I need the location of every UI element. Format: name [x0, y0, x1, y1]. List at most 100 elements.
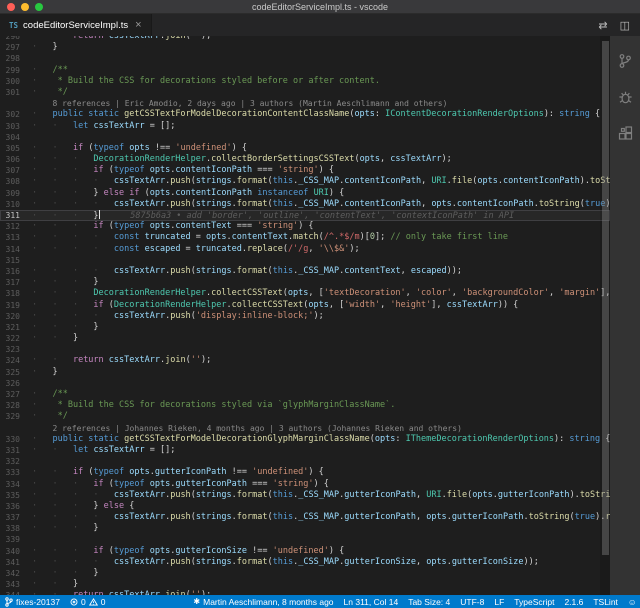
line-number[interactable]: 312 [0, 221, 32, 232]
line-number[interactable]: 329 [0, 411, 32, 422]
line-number[interactable]: 316 [0, 266, 32, 277]
close-tab-icon[interactable]: × [135, 20, 141, 30]
code-row[interactable]: 337· · · · cssTextArr.push(strings.forma… [0, 512, 610, 523]
line-number[interactable]: 297 [0, 42, 32, 53]
line-number[interactable]: 341 [0, 557, 32, 568]
line-number[interactable]: 300 [0, 76, 32, 87]
editor-scrollbar[interactable] [600, 36, 610, 595]
extensions-icon[interactable] [616, 124, 634, 142]
line-number[interactable]: 308 [0, 176, 32, 187]
code-row[interactable]: 335· · · · cssTextArr.push(strings.forma… [0, 490, 610, 501]
line-number[interactable]: 328 [0, 400, 32, 411]
line-number[interactable]: 343 [0, 579, 32, 590]
code-row[interactable]: 318· · · DecorationRenderHelper.collectC… [0, 288, 610, 299]
code-row[interactable]: 311· · · } 5875b6a3 • add 'border', 'out… [0, 210, 610, 221]
code-row[interactable]: 325· } [0, 367, 610, 378]
code-row[interactable]: 304 [0, 132, 610, 143]
code-row[interactable]: 329· */ [0, 411, 610, 422]
code-row[interactable]: 305· · if (typeof opts !== 'undefined') … [0, 143, 610, 154]
gitlens-blame-status[interactable]: ✱ Martin Aeschlimann, 8 months ago [188, 595, 338, 608]
code-row[interactable]: 319· · · if (DecorationRenderHelper.coll… [0, 300, 610, 311]
line-number[interactable]: 334 [0, 479, 32, 490]
code-row[interactable]: 331· · let cssTextArr = []; [0, 445, 610, 456]
code-row[interactable]: 298 [0, 53, 610, 64]
code-row[interactable]: 343· · } [0, 579, 610, 590]
line-number[interactable]: 302 [0, 109, 32, 120]
line-number[interactable]: 322 [0, 333, 32, 344]
status-cursor-position[interactable]: Ln 311, Col 14 [339, 595, 404, 608]
line-number[interactable]: 327 [0, 389, 32, 400]
line-number[interactable] [0, 98, 32, 109]
line-number[interactable] [0, 423, 32, 434]
code-row[interactable]: 327· /** [0, 389, 610, 400]
scrollbar-thumb[interactable] [602, 41, 609, 555]
code-row[interactable]: 338· · · } [0, 523, 610, 534]
code-editor[interactable]: 296· · return cssTextArr.join('');297· }… [0, 36, 610, 595]
line-number[interactable]: 331 [0, 445, 32, 456]
line-number[interactable]: 335 [0, 490, 32, 501]
code-row[interactable]: 316· · · · cssTextArr.push(strings.forma… [0, 266, 610, 277]
line-number[interactable]: 303 [0, 121, 32, 132]
line-number[interactable]: 337 [0, 512, 32, 523]
status-typescript-version[interactable]: 2.1.6 [559, 595, 588, 608]
code-row[interactable]: 336· · · } else { [0, 501, 610, 512]
line-number[interactable]: 320 [0, 311, 32, 322]
problems-status[interactable]: 0 0 [65, 595, 110, 608]
code-row[interactable]: 301· */ [0, 87, 610, 98]
line-number[interactable]: 318 [0, 288, 32, 299]
code-row[interactable]: 317· · · } [0, 277, 610, 288]
status-tab-size[interactable]: Tab Size: 4 [403, 595, 455, 608]
split-editor-icon[interactable]: ◫ [620, 19, 630, 32]
line-number[interactable]: 324 [0, 355, 32, 366]
line-number[interactable]: 305 [0, 143, 32, 154]
close-window-button[interactable] [7, 3, 15, 11]
code-row[interactable]: 303· · let cssTextArr = []; [0, 121, 610, 132]
codelens-row[interactable]: 2 references | Johannes Rieken, 4 months… [0, 423, 610, 434]
line-number[interactable]: 301 [0, 87, 32, 98]
line-number[interactable]: 321 [0, 322, 32, 333]
compare-changes-icon[interactable]: ⇄ [598, 19, 607, 32]
debug-icon[interactable] [616, 88, 634, 106]
code-row[interactable]: 315 [0, 255, 610, 266]
line-number[interactable]: 325 [0, 367, 32, 378]
code-row[interactable]: 307· · · if (typeof opts.contentIconPath… [0, 165, 610, 176]
status-tslint-status[interactable]: TSLint [588, 595, 623, 608]
line-number[interactable]: 332 [0, 456, 32, 467]
line-number[interactable]: 315 [0, 255, 32, 266]
code-row[interactable]: 310· · · · cssTextArr.push(strings.forma… [0, 199, 610, 210]
code-row[interactable]: 326 [0, 378, 610, 389]
code-row[interactable]: 309· · · } else if (opts.contentIconPath… [0, 188, 610, 199]
line-number[interactable]: 306 [0, 154, 32, 165]
feedback-status[interactable]: ☺ [623, 595, 640, 608]
code-row[interactable]: 342· · · } [0, 568, 610, 579]
code-row[interactable]: 306· · · DecorationRenderHelper.collectB… [0, 154, 610, 165]
code-row[interactable]: 341· · · · cssTextArr.push(strings.forma… [0, 557, 610, 568]
line-number[interactable]: 338 [0, 523, 32, 534]
minimize-window-button[interactable] [21, 3, 29, 11]
code-row[interactable]: 302· public static getCSSTextForModelDec… [0, 109, 610, 120]
line-number[interactable]: 323 [0, 344, 32, 355]
line-number[interactable]: 298 [0, 53, 32, 64]
line-number[interactable]: 317 [0, 277, 32, 288]
code-row[interactable]: 322· · } [0, 333, 610, 344]
line-number[interactable]: 304 [0, 132, 32, 143]
status-encoding[interactable]: UTF-8 [455, 595, 489, 608]
line-number[interactable]: 339 [0, 534, 32, 545]
source-control-icon[interactable] [616, 52, 634, 70]
status-eol[interactable]: LF [489, 595, 509, 608]
line-number[interactable]: 311 [0, 210, 32, 221]
tab-code-editor-service-impl[interactable]: TS codeEditorServiceImpl.ts × [0, 14, 152, 36]
line-number[interactable]: 336 [0, 501, 32, 512]
line-number[interactable]: 314 [0, 244, 32, 255]
code-row[interactable]: 333· · if (typeof opts.gutterIconPath !=… [0, 467, 610, 478]
code-row[interactable]: 299· /** [0, 65, 610, 76]
code-row[interactable]: 334· · · if (typeof opts.gutterIconPath … [0, 479, 610, 490]
zoom-window-button[interactable] [35, 3, 43, 11]
line-number[interactable]: 307 [0, 165, 32, 176]
code-row[interactable]: 312· · · if (typeof opts.contentText ===… [0, 221, 610, 232]
status-language-mode[interactable]: TypeScript [509, 595, 559, 608]
code-row[interactable]: 328· * Build the CSS for decorations sty… [0, 400, 610, 411]
code-row[interactable]: 314· · · · const escaped = truncated.rep… [0, 244, 610, 255]
line-number[interactable]: 309 [0, 188, 32, 199]
code-row[interactable]: 340· · · if (typeof opts.gutterIconSize … [0, 546, 610, 557]
